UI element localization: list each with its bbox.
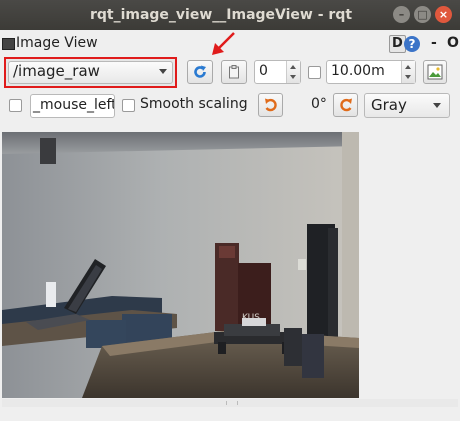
smooth-scaling-label: Smooth scaling <box>140 96 248 112</box>
topic-select-value: /image_raw <box>13 62 100 80</box>
dock-minimize-button[interactable]: - <box>431 35 437 51</box>
window-title: rqt_image_view__ImageView - rqt <box>89 7 353 23</box>
save-image-icon <box>427 64 443 80</box>
spin-up-icon <box>405 65 411 69</box>
help-button[interactable]: ? <box>404 36 420 52</box>
max-range-spinbox[interactable]: 10.00m <box>326 60 416 84</box>
chevron-down-icon <box>433 103 441 108</box>
dock-window-icon <box>2 38 15 50</box>
minimize-button[interactable]: – <box>393 6 410 23</box>
refresh-icon <box>194 65 206 78</box>
topic-select[interactable]: /image_raw <box>4 57 177 88</box>
color-scheme-value: Gray <box>371 96 407 114</box>
mouse-publish-checkbox[interactable] <box>9 99 22 112</box>
number-spinbox[interactable]: 0 <box>254 60 301 84</box>
dock-title: Image View <box>16 35 98 51</box>
maximize-button[interactable]: □ <box>414 6 431 23</box>
camera-feed-image: KUS <box>2 132 359 398</box>
rotate-right-button[interactable] <box>333 93 358 117</box>
mouse-topic-field[interactable]: _mouse_left <box>30 94 115 118</box>
close-button[interactable]: × <box>435 6 452 23</box>
rotate-left-button[interactable] <box>258 93 283 117</box>
save-image-button[interactable] <box>423 60 447 84</box>
clipboard-icon <box>229 65 239 79</box>
dynamic-range-checkbox[interactable] <box>308 66 321 79</box>
refresh-topics-button[interactable] <box>187 60 213 84</box>
camera-image: KUS <box>2 132 359 398</box>
mouse-topic-value: _mouse_left <box>33 97 115 113</box>
max-range-value: 10.00m <box>331 63 385 79</box>
spin-up-icon <box>290 65 296 69</box>
number-spinbox-value: 0 <box>259 63 268 79</box>
annotation-arrow-icon <box>212 32 235 55</box>
horizontal-scrollbar[interactable] <box>2 399 458 407</box>
copy-topic-button[interactable] <box>221 60 247 84</box>
dock-close-button[interactable]: O <box>447 35 459 51</box>
max-range-arrows[interactable] <box>401 61 415 83</box>
chevron-down-icon <box>159 69 167 74</box>
scrollbar-grip[interactable] <box>226 401 238 405</box>
window-titlebar: rqt_image_view__ImageView - rqt – □ × <box>0 0 460 30</box>
smooth-scaling-checkbox[interactable] <box>122 99 135 112</box>
spin-down-icon <box>290 75 296 79</box>
rotate-cw-icon <box>339 98 352 112</box>
spin-down-icon <box>405 75 411 79</box>
rotation-value: 0° <box>311 96 327 112</box>
rotate-ccw-icon <box>264 98 277 112</box>
color-scheme-select[interactable]: Gray <box>364 93 450 118</box>
window-controls: – □ × <box>393 6 452 23</box>
number-spinbox-arrows[interactable] <box>286 61 300 83</box>
